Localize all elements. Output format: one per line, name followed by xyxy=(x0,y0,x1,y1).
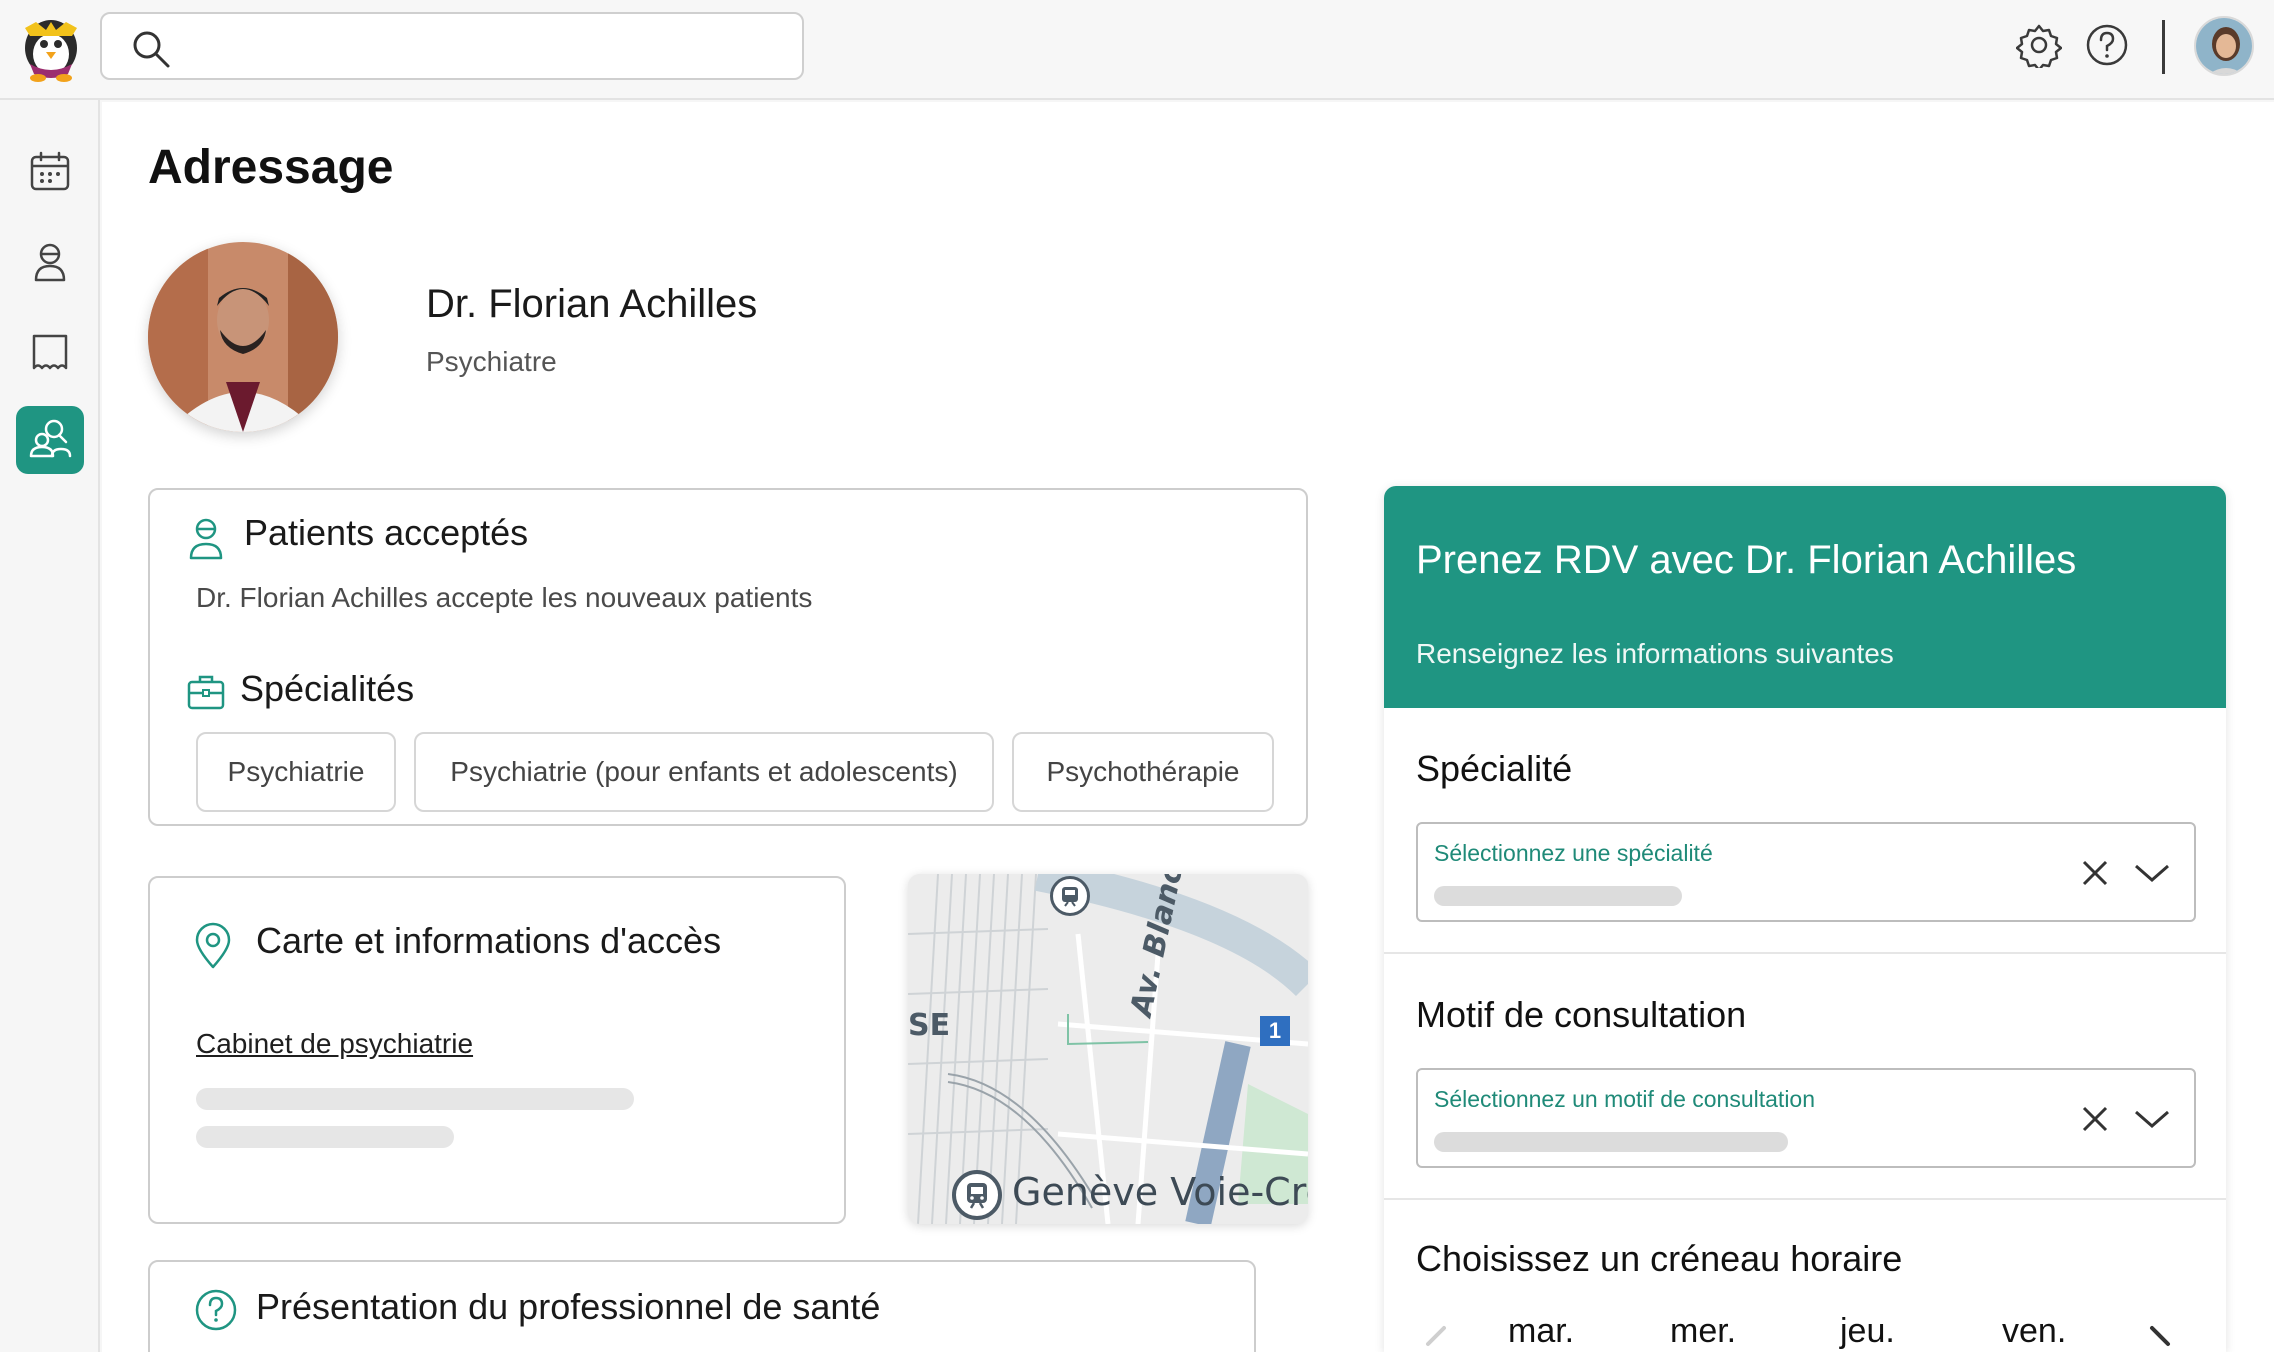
chevron-down-icon[interactable] xyxy=(2132,1104,2172,1134)
specialty-tag[interactable]: Psychiatrie (pour enfants et adolescents… xyxy=(414,732,994,812)
chevron-left-icon[interactable] xyxy=(1420,1324,1450,1352)
referral-icon xyxy=(28,416,72,465)
close-icon[interactable] xyxy=(2078,1102,2112,1136)
inbox-icon xyxy=(28,330,72,379)
sidebar-item-calendar[interactable] xyxy=(16,140,84,208)
top-bar xyxy=(0,0,2274,100)
day-column-header: ven. xyxy=(2002,1312,2067,1350)
specialty-section-title: Spécialité xyxy=(1416,748,1573,789)
specialty-tag[interactable]: Psychothérapie xyxy=(1012,732,1274,812)
booking-panel: Prenez RDV avec Dr. Florian Achilles Ren… xyxy=(1384,486,2226,1352)
app-logo[interactable] xyxy=(16,14,86,84)
section-divider xyxy=(1384,952,2226,954)
user-avatar[interactable] xyxy=(2194,16,2254,76)
calendar-icon xyxy=(28,150,72,199)
booking-header: Prenez RDV avec Dr. Florian Achilles Ren… xyxy=(1384,486,2226,708)
sidebar-item-referrals[interactable] xyxy=(16,406,84,474)
search-input[interactable] xyxy=(100,12,804,80)
specialty-select[interactable]: Sélectionnez une spécialité xyxy=(1416,822,2196,922)
motif-select[interactable]: Sélectionnez un motif de consultation xyxy=(1416,1068,2196,1168)
loading-placeholder xyxy=(1434,1132,1788,1152)
day-column-header: mer. xyxy=(1670,1312,1737,1350)
map-thumbnail[interactable]: SE Av. Blanc 1 Genève Voie-Cre xyxy=(908,874,1308,1224)
booking-title: Prenez RDV avec Dr. Florian Achilles xyxy=(1416,538,2077,582)
page-title: Adressage xyxy=(148,141,394,194)
loading-placeholder xyxy=(196,1126,454,1148)
search-icon xyxy=(130,28,174,72)
chevron-down-icon[interactable] xyxy=(2132,858,2172,888)
settings-icon[interactable] xyxy=(2015,22,2063,72)
presentation-title: Présentation du professionnel de santé xyxy=(256,1286,881,1327)
doctor-specialty: Psychiatre xyxy=(426,346,557,377)
day-column-header: jeu. xyxy=(1840,1312,1895,1350)
sidebar xyxy=(0,100,100,1352)
doctor-photo xyxy=(148,242,338,432)
motif-section-title: Motif de consultation xyxy=(1416,994,1747,1035)
help-icon[interactable] xyxy=(2084,22,2130,68)
tram-stop-icon xyxy=(1050,876,1090,916)
map-badge: 1 xyxy=(1260,1016,1290,1046)
specialty-select-label: Sélectionnez une spécialité xyxy=(1434,840,1713,866)
cabinet-link[interactable]: Cabinet de psychiatrie xyxy=(196,1028,473,1060)
specialties-title: Spécialités xyxy=(240,668,415,709)
patient-icon xyxy=(186,516,226,565)
patients-text: Dr. Florian Achilles accepte les nouveau… xyxy=(196,582,813,613)
day-column-header: mar. xyxy=(1508,1312,1575,1350)
map-label-station: Genève Voie-Cre xyxy=(1012,1170,1308,1214)
patient-icon xyxy=(28,240,72,289)
section-divider xyxy=(1384,1198,2226,1200)
doctor-name: Dr. Florian Achilles xyxy=(426,282,758,326)
question-circle-icon xyxy=(194,1288,238,1337)
sidebar-item-patients[interactable] xyxy=(16,230,84,298)
train-station-icon xyxy=(952,1170,1002,1220)
sidebar-item-messages[interactable] xyxy=(16,320,84,388)
close-icon[interactable] xyxy=(2078,856,2112,890)
map-label-se: SE xyxy=(908,1008,951,1043)
topbar-divider xyxy=(2162,20,2165,74)
briefcase-icon xyxy=(186,672,226,717)
booking-subtitle: Renseignez les informations suivantes xyxy=(1416,638,1894,669)
loading-placeholder xyxy=(196,1088,634,1110)
location-pin-icon xyxy=(194,922,232,975)
specialty-tag[interactable]: Psychiatrie xyxy=(196,732,396,812)
access-title: Carte et informations d'accès xyxy=(256,920,722,961)
slot-section-title: Choisissez un créneau horaire xyxy=(1416,1238,1903,1279)
motif-select-label: Sélectionnez un motif de consultation xyxy=(1434,1086,1816,1112)
loading-placeholder xyxy=(1434,886,1682,906)
patients-title: Patients acceptés xyxy=(244,512,529,553)
chevron-right-icon[interactable] xyxy=(2146,1324,2176,1352)
